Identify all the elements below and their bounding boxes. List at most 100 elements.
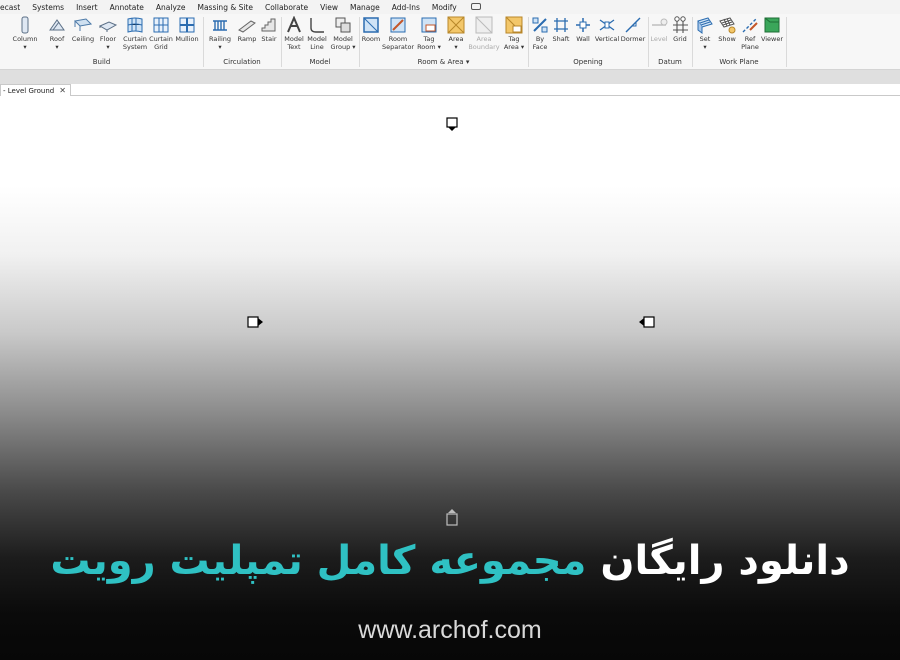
area-boundary-button[interactable]: Area Boundary bbox=[468, 16, 500, 51]
show-icon bbox=[718, 16, 736, 34]
grid-label: Grid bbox=[673, 35, 687, 43]
shaft-button[interactable]: Shaft bbox=[551, 16, 571, 43]
ceiling-button[interactable]: Ceiling bbox=[71, 16, 95, 43]
vertical-label: Vertical bbox=[594, 35, 620, 43]
tag-room-label-1: Tag bbox=[423, 35, 435, 43]
show-button[interactable]: Show bbox=[716, 16, 738, 43]
curtain-grid-label-2: Grid bbox=[154, 43, 168, 51]
ceiling-label: Ceiling bbox=[71, 35, 95, 43]
wall-opening-button[interactable]: Wall bbox=[573, 16, 593, 43]
curtain-system-button[interactable]: Curtain System bbox=[122, 16, 148, 51]
elevation-marker-icon[interactable] bbox=[445, 117, 459, 135]
floor-caret: ▾ bbox=[106, 43, 110, 51]
model-text-label-1: Model bbox=[284, 35, 304, 43]
panel-label-datum: Datum bbox=[658, 58, 682, 66]
stair-button[interactable]: Stair bbox=[258, 16, 280, 43]
by-face-button[interactable]: By Face bbox=[529, 16, 551, 51]
model-group-icon bbox=[334, 16, 352, 34]
room-icon bbox=[362, 16, 380, 34]
mullion-button[interactable]: Mullion bbox=[174, 16, 200, 43]
floor-button[interactable]: Floor ▾ bbox=[97, 16, 119, 51]
model-text-icon bbox=[285, 16, 303, 34]
tag-area-button[interactable]: Tag Area ▾ bbox=[502, 16, 526, 51]
set-label: Set bbox=[699, 35, 711, 43]
elevation-marker-icon[interactable] bbox=[247, 315, 267, 329]
dormer-button[interactable]: Dormer bbox=[620, 16, 646, 43]
panel-label-circulation: Circulation bbox=[223, 58, 261, 66]
menu-item-systems[interactable]: Systems bbox=[26, 3, 70, 12]
railing-button[interactable]: Railing ▾ bbox=[207, 16, 233, 51]
roof-button[interactable]: Roof ▾ bbox=[47, 16, 67, 51]
grid-icon bbox=[671, 16, 689, 34]
model-group-label-1: Model bbox=[333, 35, 353, 43]
show-label: Show bbox=[718, 35, 736, 43]
set-caret: ▾ bbox=[703, 43, 707, 51]
model-line-button[interactable]: Model Line bbox=[306, 16, 328, 51]
room-label: Room bbox=[361, 35, 381, 43]
ramp-button[interactable]: Ramp bbox=[236, 16, 258, 43]
level-icon bbox=[650, 16, 668, 34]
by-face-icon bbox=[531, 16, 549, 34]
menu-item-massing-site[interactable]: Massing & Site bbox=[191, 3, 259, 12]
document-tab-label: - Level Ground bbox=[3, 87, 55, 95]
menu-item-annotate[interactable]: Annotate bbox=[104, 3, 150, 12]
column-button[interactable]: Column ▾ bbox=[12, 16, 38, 51]
model-group-button[interactable]: Model Group ▾ bbox=[330, 16, 356, 51]
headline-white-text: دانلود رایگان bbox=[600, 538, 850, 584]
curtain-grid-icon bbox=[152, 16, 170, 34]
ref-plane-label-1: Ref bbox=[744, 35, 756, 43]
ramp-icon bbox=[238, 16, 256, 34]
room-separator-button[interactable]: Room Separator bbox=[382, 16, 414, 51]
room-separator-label-2: Separator bbox=[382, 43, 415, 51]
panel-label-opening: Opening bbox=[573, 58, 603, 66]
tag-room-icon bbox=[420, 16, 438, 34]
grid-button[interactable]: Grid bbox=[670, 16, 690, 43]
railing-caret: ▾ bbox=[218, 43, 222, 51]
panel-label-room-area[interactable]: Room & Area ▾ bbox=[359, 58, 528, 66]
elevation-marker-icon[interactable] bbox=[445, 507, 459, 527]
menu-item-manage[interactable]: Manage bbox=[344, 3, 386, 12]
menu-item-add-ins[interactable]: Add-Ins bbox=[386, 3, 426, 12]
mullion-label: Mullion bbox=[175, 35, 199, 43]
curtain-grid-button[interactable]: Curtain Grid bbox=[148, 16, 174, 51]
dormer-label: Dormer bbox=[620, 35, 646, 43]
model-line-label-2: Line bbox=[310, 43, 324, 51]
ramp-label: Ramp bbox=[237, 35, 257, 43]
ref-plane-label-2: Plane bbox=[741, 43, 759, 51]
ribbon-toggle-dropdown[interactable] bbox=[463, 2, 487, 12]
room-separator-label-1: Room bbox=[388, 35, 408, 43]
menu-item-analyze[interactable]: Analyze bbox=[150, 3, 192, 12]
menu-item-insert[interactable]: Insert bbox=[70, 3, 104, 12]
ref-plane-icon bbox=[741, 16, 759, 34]
floor-icon bbox=[99, 16, 117, 34]
menu-item-precast[interactable]: ecast bbox=[0, 3, 26, 12]
elevation-marker-icon[interactable] bbox=[636, 315, 656, 329]
menu-bar: ecast Systems Insert Annotate Analyze Ma… bbox=[0, 0, 900, 14]
room-button[interactable]: Room bbox=[360, 16, 382, 43]
column-icon bbox=[16, 16, 34, 34]
menu-item-collaborate[interactable]: Collaborate bbox=[259, 3, 314, 12]
menu-item-modify[interactable]: Modify bbox=[426, 3, 463, 12]
set-button[interactable]: Set ▾ bbox=[694, 16, 716, 51]
panel-label-work-plane: Work Plane bbox=[719, 58, 759, 66]
shaft-icon bbox=[552, 16, 570, 34]
tag-area-label-2: Area ▾ bbox=[503, 43, 525, 51]
vertical-icon bbox=[598, 16, 616, 34]
close-icon[interactable]: ✕ bbox=[59, 87, 66, 95]
area-button[interactable]: Area ▾ bbox=[445, 16, 467, 51]
tag-room-button[interactable]: Tag Room ▾ bbox=[416, 16, 442, 51]
document-tab-level-ground[interactable]: - Level Ground ✕ bbox=[0, 84, 71, 96]
viewer-button[interactable]: Viewer bbox=[760, 16, 784, 43]
by-face-label-1: By bbox=[535, 35, 545, 43]
model-text-button[interactable]: Model Text bbox=[283, 16, 305, 51]
ref-plane-button[interactable]: Ref Plane bbox=[739, 16, 761, 51]
dormer-icon bbox=[624, 16, 642, 34]
panel-label-model: Model bbox=[309, 58, 331, 66]
level-button[interactable]: Level bbox=[649, 16, 669, 43]
viewer-icon bbox=[763, 16, 781, 34]
viewer-label: Viewer bbox=[760, 35, 784, 43]
tag-area-icon bbox=[505, 16, 523, 34]
railing-icon bbox=[211, 16, 229, 34]
vertical-button[interactable]: Vertical bbox=[594, 16, 620, 43]
menu-item-view[interactable]: View bbox=[314, 3, 344, 12]
